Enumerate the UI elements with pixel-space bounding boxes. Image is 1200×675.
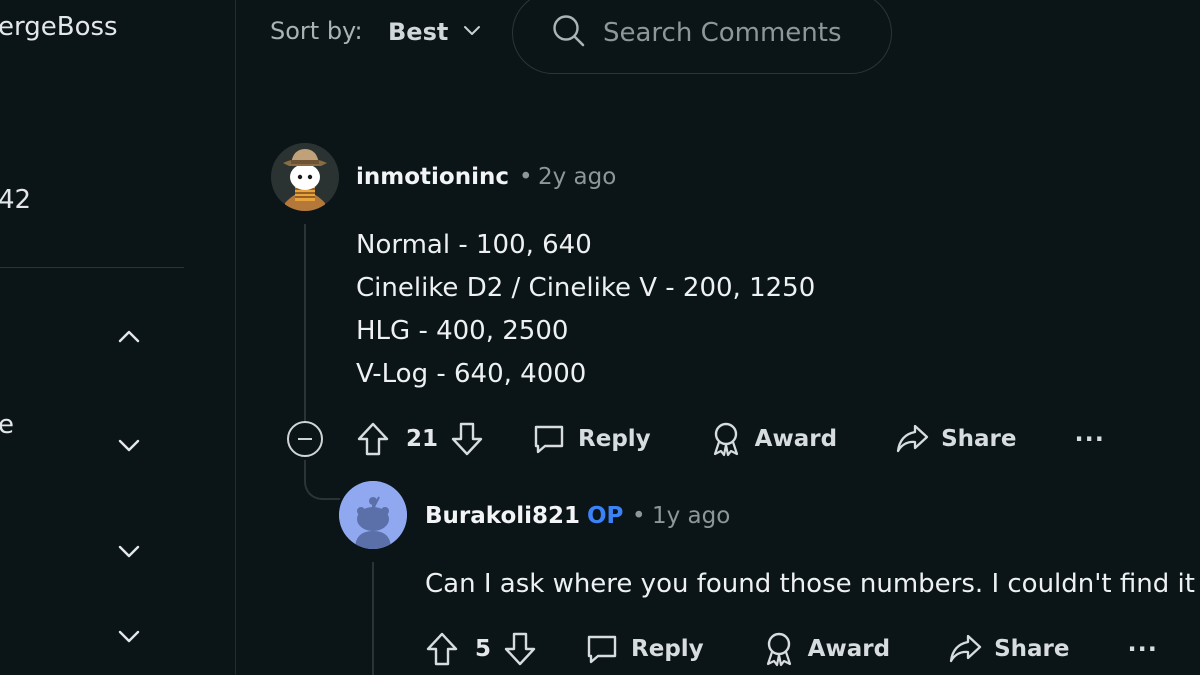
reply-button[interactable]: Reply [532, 422, 651, 456]
collapse-thread-button[interactable] [287, 421, 323, 457]
share-label: Share [941, 426, 1017, 452]
comment-author[interactable]: inmotioninc [356, 164, 509, 190]
comment-timestamp[interactable]: 2y ago [538, 164, 616, 190]
award-label: Award [754, 426, 838, 452]
sort-label: Sort by: [270, 17, 363, 45]
comment-body-line: Can I ask where you found those numbers.… [425, 569, 1195, 599]
comment-actions: 21 Reply Award Share ··· [356, 417, 1105, 461]
share-button[interactable]: Share [895, 422, 1016, 456]
share-button[interactable]: Share [948, 632, 1069, 666]
collapse-icon [298, 438, 312, 440]
reply-label: Reply [578, 426, 651, 452]
comment-body-line: Normal - 100, 640 [356, 230, 592, 260]
left-sidebar: ergeBoss 42 e [0, 0, 236, 675]
comment-body-line: HLG - 400, 2500 [356, 316, 569, 346]
chevron-down-icon [462, 20, 482, 44]
downvote-icon[interactable] [450, 421, 484, 457]
comment-author[interactable]: Burakoli821 [425, 503, 580, 529]
avatar[interactable] [339, 481, 407, 549]
comment-body-line: Cinelike D2 / Cinelike V - 200, 1250 [356, 273, 816, 303]
share-label: Share [994, 636, 1070, 662]
search-input[interactable] [603, 11, 873, 55]
search-icon [553, 15, 585, 47]
vote-count: 21 [406, 426, 439, 452]
upvote-icon[interactable] [356, 421, 390, 457]
comment-body-line: V-Log - 640, 4000 [356, 359, 587, 389]
meta-separator: • [632, 503, 646, 529]
share-icon [896, 424, 929, 453]
chevron-down-icon[interactable] [116, 432, 142, 458]
award-button[interactable]: Award [709, 421, 837, 457]
avatar[interactable] [271, 143, 339, 211]
vote-count: 5 [475, 636, 492, 662]
thread-line[interactable] [304, 224, 306, 422]
sidebar-row-label: e [0, 410, 14, 440]
award-label: Award [807, 636, 891, 662]
sidebar-stat-number: 42 [0, 185, 32, 215]
comment-actions: 5 Reply Award Share ··· [425, 627, 1158, 671]
chevron-up-icon[interactable] [116, 324, 142, 350]
sidebar-divider [0, 267, 184, 268]
upvote-icon[interactable] [425, 631, 459, 667]
op-badge: OP [587, 503, 624, 529]
share-icon [949, 634, 982, 663]
award-icon [713, 422, 738, 457]
comment-icon [534, 425, 564, 454]
meta-separator: • [519, 164, 533, 190]
reply-button[interactable]: Reply [585, 632, 704, 666]
more-options-button[interactable]: ··· [1074, 425, 1104, 453]
comment-timestamp[interactable]: 1y ago [652, 503, 730, 529]
chevron-down-icon[interactable] [116, 623, 142, 649]
search-comments-box[interactable] [512, 0, 892, 74]
more-options-button[interactable]: ··· [1127, 635, 1157, 663]
reply-label: Reply [631, 636, 704, 662]
sort-dropdown[interactable]: Best [388, 14, 482, 50]
comment-icon [587, 635, 617, 664]
sort-value: Best [388, 18, 449, 46]
thread-connector [304, 460, 340, 500]
award-button[interactable]: Award [762, 631, 890, 667]
thread-line[interactable] [372, 562, 374, 675]
award-icon [766, 632, 791, 667]
downvote-icon[interactable] [503, 631, 537, 667]
chevron-down-icon[interactable] [116, 538, 142, 564]
sidebar-community-name[interactable]: ergeBoss [0, 12, 118, 42]
